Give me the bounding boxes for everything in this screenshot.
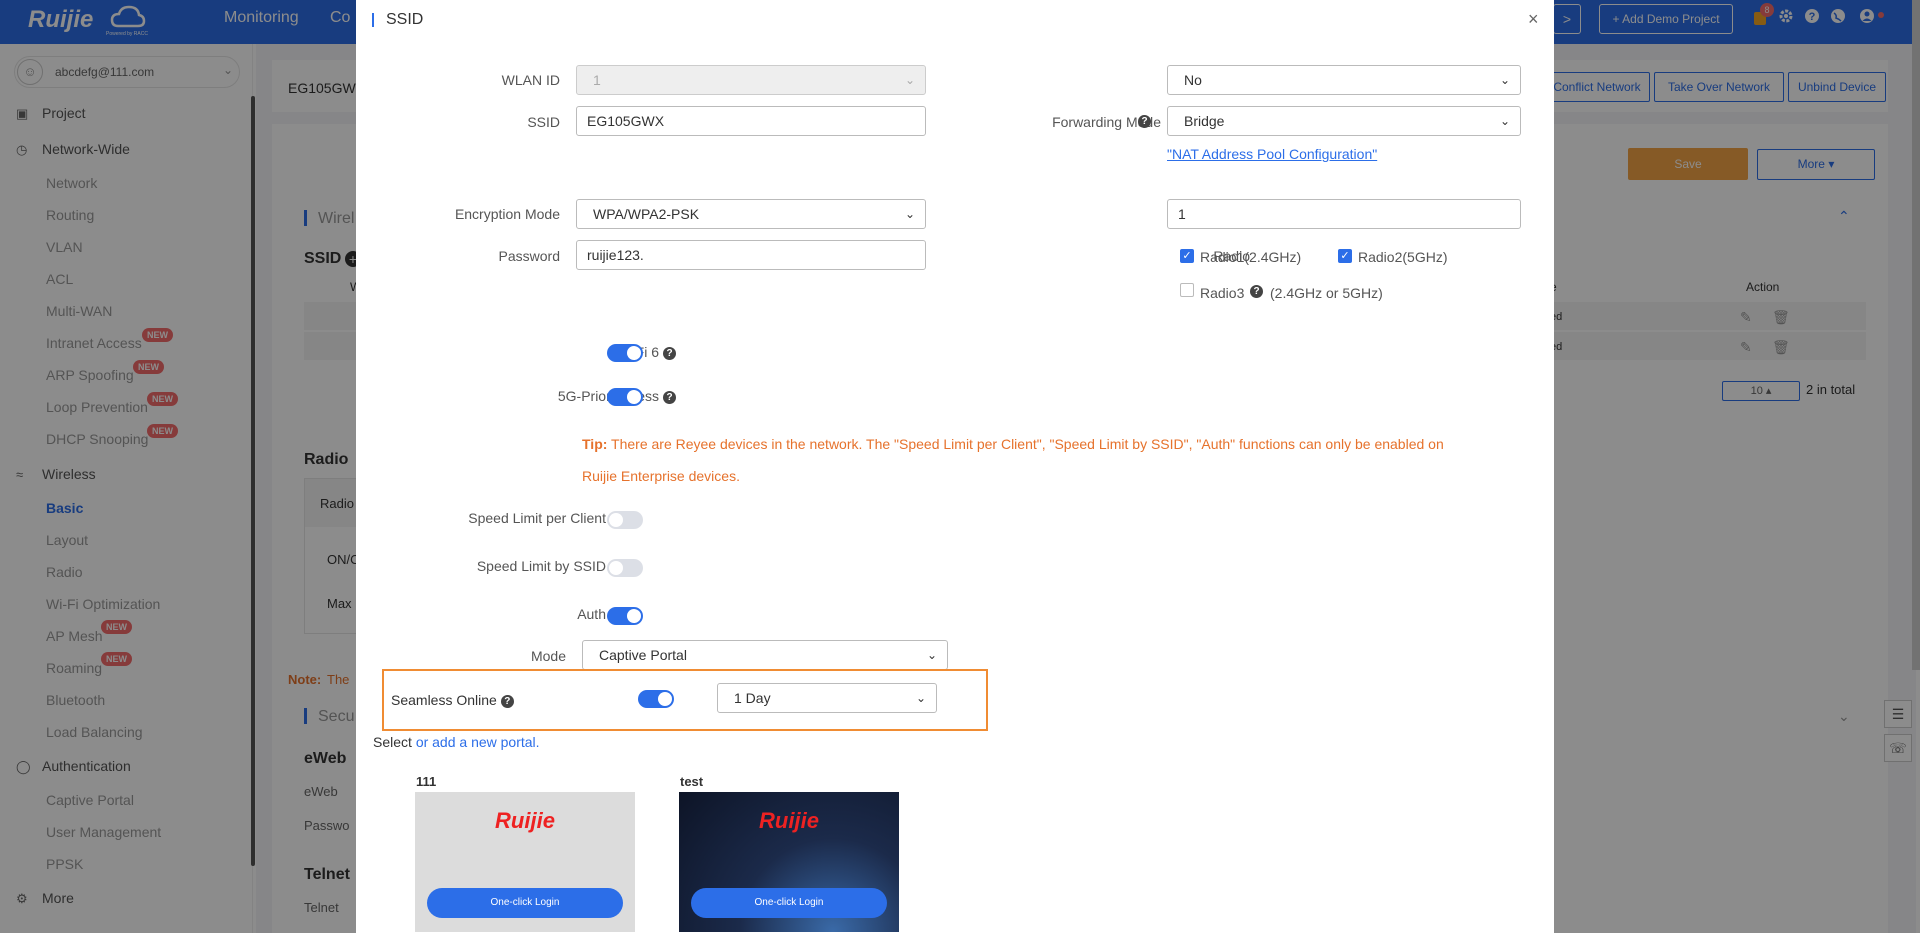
chevron-down-icon: ⌄ bbox=[904, 207, 915, 221]
wifi6-label: Wi-Fi 6? bbox=[506, 344, 676, 360]
one-click-login-button: One-click Login bbox=[427, 888, 623, 918]
help-icon[interactable]: ? bbox=[663, 391, 676, 404]
wlan-id-select: 1 ⌄ bbox=[576, 65, 926, 95]
radio3-checkbox[interactable] bbox=[1180, 283, 1194, 297]
chevron-down-icon: ⌄ bbox=[915, 691, 926, 705]
seamless-duration-value: 1 Day bbox=[734, 690, 771, 706]
radio1-label: Radio1(2.4GHz) bbox=[1200, 249, 1302, 265]
ssid-label: SSID bbox=[527, 114, 560, 130]
speed-limit-ssid-label: Speed Limit by SSID bbox=[476, 558, 606, 574]
title-marker bbox=[372, 13, 374, 27]
chevron-down-icon: ⌄ bbox=[904, 73, 915, 87]
tip-label: Tip: bbox=[582, 436, 608, 452]
5g-prior-access-label: 5G-Prior Access? bbox=[456, 388, 676, 404]
portal-card-test[interactable]: Ruijie One-click Login bbox=[679, 792, 899, 932]
tip-message: Tip: There are Reyee devices in the netw… bbox=[582, 428, 1482, 492]
radio1-checkbox[interactable]: ✓ bbox=[1180, 249, 1194, 263]
wifi6-toggle[interactable] bbox=[607, 344, 643, 362]
password-input[interactable]: ruijie123. bbox=[576, 240, 926, 270]
help-icon[interactable]: ? bbox=[500, 695, 514, 708]
encryption-mode-value: WPA/WPA2-PSK bbox=[593, 206, 700, 222]
ruijie-logo: Ruijie bbox=[475, 808, 575, 844]
modal-title: SSID bbox=[386, 11, 424, 28]
seamless-online-toggle[interactable] bbox=[638, 690, 674, 708]
add-portal-link[interactable]: or add a new portal. bbox=[416, 734, 540, 750]
vlan-id-input[interactable]: 1 bbox=[1167, 199, 1521, 229]
radio3-label: Radio3 bbox=[1200, 285, 1245, 301]
login-label: One-click Login bbox=[754, 897, 824, 908]
speed-limit-client-label: Speed Limit per Client bbox=[468, 510, 606, 526]
encryption-mode-select[interactable]: WPA/WPA2-PSK ⌄ bbox=[576, 199, 926, 229]
wlan-id-label: WLAN ID bbox=[501, 72, 560, 88]
portal-name: test bbox=[680, 774, 704, 789]
seamless-online-label: Seamless Online? bbox=[391, 692, 514, 708]
ssid-hidden-select[interactable]: No ⌄ bbox=[1167, 65, 1521, 95]
seamless-online-text: Seamless Online bbox=[391, 692, 497, 708]
radio2-label: Radio2(5GHz) bbox=[1358, 249, 1448, 265]
mode-label: Mode bbox=[530, 648, 566, 664]
one-click-login-button: One-click Login bbox=[691, 888, 887, 918]
forwarding-mode-value: Bridge bbox=[1184, 113, 1225, 129]
speed-limit-client-toggle[interactable] bbox=[607, 511, 643, 529]
login-label: One-click Login bbox=[490, 897, 560, 908]
speed-limit-ssid-toggle[interactable] bbox=[607, 559, 643, 577]
chevron-down-icon: ⌄ bbox=[1499, 73, 1510, 87]
mode-select[interactable]: Captive Portal ⌄ bbox=[582, 640, 948, 670]
close-icon[interactable]: × bbox=[1528, 9, 1539, 30]
chevron-down-icon: ⌄ bbox=[1499, 114, 1510, 128]
auth-label: Auth bbox=[577, 606, 606, 622]
seamless-duration-select[interactable]: 1 Day ⌄ bbox=[717, 683, 937, 713]
forwarding-mode-label: Forwarding Mode bbox=[996, 114, 1161, 130]
help-icon[interactable]: ? bbox=[1250, 285, 1263, 298]
radio2-checkbox[interactable]: ✓ bbox=[1338, 249, 1352, 263]
select-portal-text: Select or add a new portal. bbox=[373, 734, 540, 750]
portal-logo-text: Ruijie bbox=[495, 808, 555, 833]
ssid-hidden-value: No bbox=[1184, 72, 1202, 88]
wlan-id-value: 1 bbox=[593, 72, 601, 88]
help-icon[interactable]: ? bbox=[663, 347, 676, 360]
portal-card-111[interactable]: Ruijie One-click Login bbox=[415, 792, 635, 932]
portal-logo-text: Ruijie bbox=[759, 808, 819, 833]
mode-value: Captive Portal bbox=[599, 647, 687, 663]
select-text: Select bbox=[373, 734, 412, 750]
radio3-note: (2.4GHz or 5GHz) bbox=[1270, 285, 1383, 301]
ssid-modal: SSID × WLAN ID 1 ⌄ SSID Hidden No ⌄ SSID… bbox=[356, 0, 1554, 933]
forwarding-mode-select[interactable]: Bridge ⌄ bbox=[1167, 106, 1521, 136]
encryption-mode-label: Encryption Mode bbox=[454, 206, 560, 222]
help-icon[interactable]: ? bbox=[1138, 115, 1151, 128]
auth-toggle[interactable] bbox=[607, 607, 643, 625]
password-label: Password bbox=[498, 248, 560, 264]
ruijie-logo: Ruijie bbox=[739, 808, 839, 844]
nat-address-pool-link[interactable]: "NAT Address Pool Configuration" bbox=[1167, 146, 1377, 162]
chevron-down-icon: ⌄ bbox=[926, 648, 937, 662]
tip-text: There are Reyee devices in the network. … bbox=[582, 436, 1444, 484]
5g-prior-access-toggle[interactable] bbox=[607, 388, 643, 406]
ssid-input[interactable]: EG105GWX bbox=[576, 106, 926, 136]
portal-name: 111 bbox=[416, 774, 437, 789]
